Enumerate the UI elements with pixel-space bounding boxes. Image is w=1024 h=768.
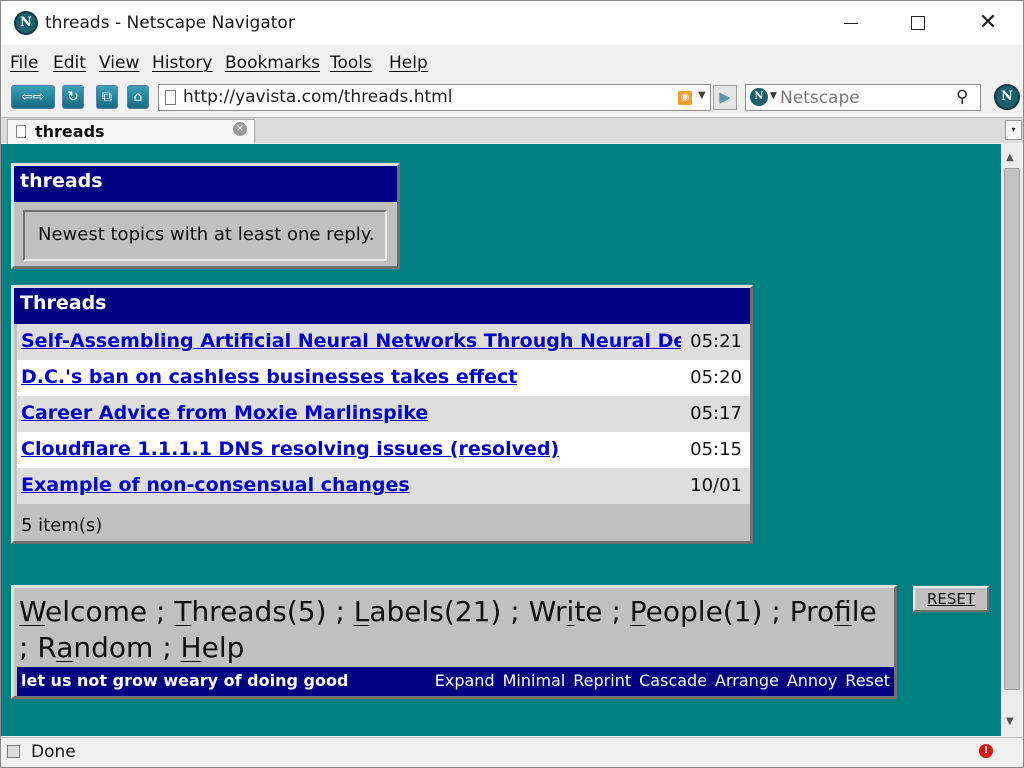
nav-profile[interactable]: Profile <box>790 595 877 628</box>
thread-time: 05:15 <box>690 439 742 460</box>
scroll-thumb[interactable] <box>1004 168 1020 690</box>
page-icon <box>16 125 26 138</box>
status-bar: Done ! <box>1 737 1023 767</box>
search-input[interactable] <box>780 87 952 108</box>
menu-bookmarks[interactable]: Bookmarks <box>225 53 320 73</box>
thread-time: 05:21 <box>690 331 742 352</box>
intro-inset: Newest topics with at least one reply. <box>23 210 387 261</box>
nav-write[interactable]: Write <box>529 595 603 628</box>
connection-status-icon <box>7 745 20 758</box>
reset-button[interactable]: RESET <box>913 586 989 612</box>
items-count: 5 item(s) <box>21 515 103 536</box>
menu-help[interactable]: Help <box>389 53 428 73</box>
action-arrange[interactable]: Arrange <box>715 671 779 690</box>
tab-label: threads <box>35 122 105 141</box>
footer-bar: let us not grow weary of doing good Expa… <box>17 667 894 696</box>
minimize-button[interactable] <box>816 1 886 45</box>
nav-welcome[interactable]: Welcome <box>19 595 147 628</box>
search-engine-dropdown-icon[interactable]: ▼ <box>770 91 777 101</box>
nav-help[interactable]: Help <box>181 631 245 664</box>
address-input[interactable]: http://yavista.com/threads.html <box>183 87 452 107</box>
intro-heading: threads <box>14 166 397 202</box>
browser-window: N threads - Netscape Navigator ✕ File Ed… <box>0 0 1024 768</box>
table-row: Example of non-consensual changes 10/01 <box>17 468 750 504</box>
search-icon[interactable]: ⚲ <box>956 87 968 107</box>
table-row: D.C.'s ban on cashless businesses takes … <box>17 360 750 396</box>
action-minimal[interactable]: Minimal <box>503 671 566 690</box>
tab-close-icon[interactable]: × <box>233 122 247 136</box>
action-annoy[interactable]: Annoy <box>787 671 837 690</box>
scroll-down-arrow-icon[interactable]: ▼ <box>1006 716 1014 727</box>
nav-labels[interactable]: Labels(21) <box>354 595 502 628</box>
action-reset[interactable]: Reset <box>845 671 890 690</box>
go-icon: ▶ <box>719 88 731 106</box>
nav-random[interactable]: Random <box>37 631 153 664</box>
netscape-throbber-icon[interactable]: N <box>994 84 1020 110</box>
maximize-icon <box>911 16 925 30</box>
footer-panel: Welcome ; Threads(5) ; Labels(21) ; Writ… <box>11 585 897 699</box>
window-title: threads - Netscape Navigator <box>45 13 295 33</box>
tab-strip: threads × ▾ <box>1 117 1023 144</box>
thread-time: 05:17 <box>690 403 742 424</box>
menu-view[interactable]: View <box>99 53 139 73</box>
maximize-button[interactable] <box>883 1 953 45</box>
menu-tools[interactable]: Tools <box>330 53 372 73</box>
action-cascade[interactable]: Cascade <box>639 671 707 690</box>
threads-panel: Threads Self-Assembling Artificial Neura… <box>11 285 753 544</box>
minimize-icon <box>844 22 858 24</box>
nav-threads[interactable]: Threads(5) <box>174 595 326 628</box>
intro-text: Newest topics with at least one reply. <box>38 224 375 245</box>
home-icon: ⌂ <box>133 89 143 105</box>
netscape-logo-icon: N <box>14 11 38 35</box>
thread-link[interactable]: D.C.'s ban on cashless businesses takes … <box>21 366 517 388</box>
menu-file[interactable]: File <box>10 53 38 73</box>
back-forward-button[interactable]: ⇦⇨ <box>11 85 55 109</box>
rss-feed-icon[interactable]: ◉ <box>678 91 692 105</box>
reload-button[interactable]: ↻ <box>62 85 84 109</box>
thread-time: 10/01 <box>690 475 742 496</box>
new-tab-icon: ⧉ <box>102 89 112 105</box>
vertical-scrollbar[interactable]: ▲ ▼ <box>1001 144 1023 736</box>
action-expand[interactable]: Expand <box>435 671 495 690</box>
thread-link[interactable]: Cloudflare 1.1.1.1 DNS resolving issues … <box>21 438 559 460</box>
new-tab-button[interactable]: ⧉ <box>96 85 118 109</box>
search-box: N ▼ ⚲ <box>745 84 981 111</box>
table-row: Self-Assembling Artificial Neural Networ… <box>17 324 750 360</box>
footer-nav: Welcome ; Threads(5) ; Labels(21) ; Writ… <box>19 595 877 664</box>
navigation-toolbar: ⇦⇨ ↻ ⧉ ⌂ http://yavista.com/threads.html… <box>1 81 1023 115</box>
page-icon <box>165 90 176 105</box>
menu-history[interactable]: History <box>152 53 212 73</box>
tab-threads[interactable]: threads × <box>7 119 255 144</box>
motto: let us not grow weary of doing good <box>21 671 349 690</box>
back-forward-icon: ⇦⇨ <box>21 89 45 105</box>
address-bar[interactable]: http://yavista.com/threads.html ◉ ▼ <box>158 84 711 111</box>
footer-actions: Expand Minimal Reprint Cascade Arrange Annoy R… <box>427 671 890 690</box>
home-button[interactable]: ⌂ <box>127 85 149 109</box>
go-button[interactable]: ▶ <box>713 85 737 110</box>
page-content: threads Newest topics with at least one … <box>1 144 1001 736</box>
title-bar: N threads - Netscape Navigator ✕ <box>1 1 1023 45</box>
table-row: Career Advice from Moxie Marlinspike 05:… <box>17 396 750 432</box>
alert-icon[interactable]: ! <box>979 744 993 758</box>
menu-bar: File Edit View History Bookmarks Tools H… <box>1 47 1023 79</box>
action-reprint[interactable]: Reprint <box>573 671 631 690</box>
threads-heading: Threads <box>14 288 750 324</box>
status-text: Done <box>31 742 76 762</box>
address-dropdown-icon[interactable]: ▼ <box>698 90 706 101</box>
close-icon: ✕ <box>978 10 998 35</box>
thread-link[interactable]: Example of non-consensual changes <box>21 474 410 496</box>
intro-panel: threads Newest topics with at least one … <box>11 163 400 269</box>
nav-people[interactable]: People(1) <box>630 595 763 628</box>
thread-link[interactable]: Career Advice from Moxie Marlinspike <box>21 402 428 424</box>
thread-link[interactable]: Self-Assembling Artificial Neural Networ… <box>21 330 681 352</box>
scroll-up-arrow-icon[interactable]: ▲ <box>1006 152 1014 163</box>
menu-edit[interactable]: Edit <box>53 53 86 73</box>
table-row: Cloudflare 1.1.1.1 DNS resolving issues … <box>17 432 750 468</box>
tab-list-button[interactable]: ▾ <box>1005 120 1022 140</box>
reload-icon: ↻ <box>67 89 79 105</box>
search-engine-icon[interactable]: N <box>750 88 768 106</box>
close-button[interactable]: ✕ <box>953 1 1023 45</box>
thread-time: 05:20 <box>690 367 742 388</box>
